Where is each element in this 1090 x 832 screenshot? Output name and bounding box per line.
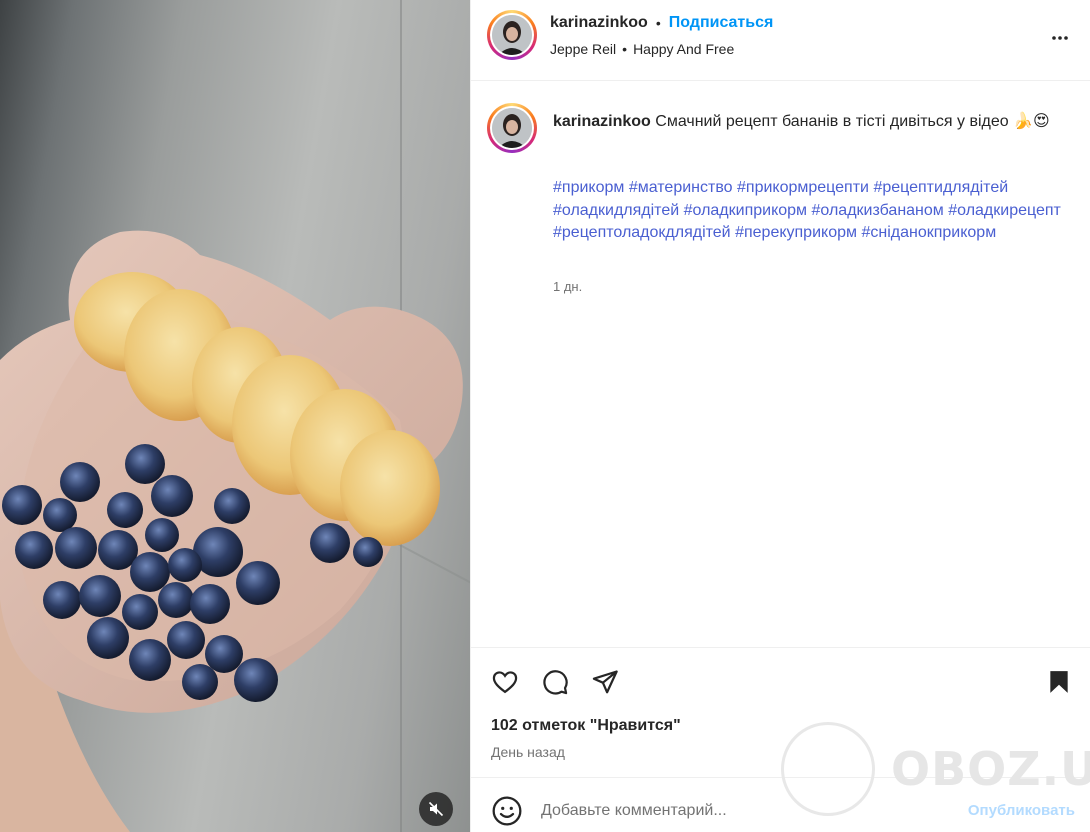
follow-button[interactable]: Подписаться [669,14,774,32]
caption-section: karinazinkoo Смачний рецепт бананів в ті… [471,81,1090,647]
hashtag-link[interactable]: #перекуприкорм [735,224,857,241]
caption-age[interactable]: 1 дн. [553,279,582,294]
caption-body: Смачний рецепт бананів в тісті дивіться … [655,113,1050,130]
post-video[interactable] [0,0,470,832]
heart-icon [492,671,518,694]
hashtag-list: #прикорм #материнство #прикормрецепти #р… [553,177,1073,245]
caption-username[interactable]: karinazinkoo [553,113,651,130]
author-avatar[interactable] [487,10,537,60]
emoji-icon [492,796,522,826]
header-separator: • [655,15,661,31]
share-icon [592,670,618,694]
hashtag-link[interactable]: #рецептоладокдлядітей [553,224,731,241]
author-photo [492,15,532,55]
hashtag-link[interactable]: #прикормрецепти [737,179,869,196]
muted-speaker-icon [428,801,444,817]
audio-info[interactable]: Jeppe Reil • Happy And Free [550,41,734,57]
hashtag-link[interactable]: #прикорм [553,179,624,196]
publish-button[interactable]: Опубликовать [968,802,1075,819]
comment-icon [543,670,568,695]
caption-text: karinazinkoo Смачний рецепт бананів в ті… [553,111,1073,133]
hashtag-link[interactable]: #сніданокприкорм [861,224,996,241]
share-button[interactable] [589,666,621,698]
hashtag-link[interactable]: #оладкиприкорм [684,202,807,219]
caption-author-photo [492,108,532,148]
caption-author-avatar[interactable] [487,103,537,153]
comment-button[interactable] [539,666,571,698]
hashtag-link[interactable]: #оладкирецепт [948,202,1061,219]
video-frame-illustration [0,230,463,832]
hashtag-link[interactable]: #оладкидлядітей [553,202,679,219]
audio-artist[interactable]: Jeppe Reil [550,41,616,57]
header-title-row: karinazinkoo • Подписаться [550,14,773,32]
more-options-button[interactable] [1048,26,1072,50]
likes-count[interactable]: 102 отметок "Нравится" [491,717,681,735]
more-options-icon [1052,36,1068,40]
audio-separator: • [622,41,628,57]
comment-bar: Опубликовать [471,777,1090,832]
save-button[interactable] [1043,666,1075,698]
comment-input[interactable] [541,796,921,826]
mute-button[interactable] [419,792,453,826]
hashtag-link[interactable]: #оладкизбананом [812,202,944,219]
author-username[interactable]: karinazinkoo [550,14,648,32]
post-actions: 102 отметок "Нравится" День назад [471,647,1090,777]
hashtag-link[interactable]: #материнство [629,179,733,196]
post-header: karinazinkoo • Подписаться Jeppe Reil • … [471,0,1090,81]
post-details-panel: karinazinkoo • Подписаться Jeppe Reil • … [470,0,1090,832]
like-button[interactable] [489,666,521,698]
emoji-button[interactable] [491,795,523,827]
post-timestamp[interactable]: День назад [491,744,565,760]
audio-track[interactable]: Happy And Free [633,41,734,57]
bookmark-icon [1050,671,1068,693]
instagram-post-modal: karinazinkoo • Подписаться Jeppe Reil • … [0,0,1090,832]
hashtag-link[interactable]: #рецептидлядітей [873,179,1008,196]
